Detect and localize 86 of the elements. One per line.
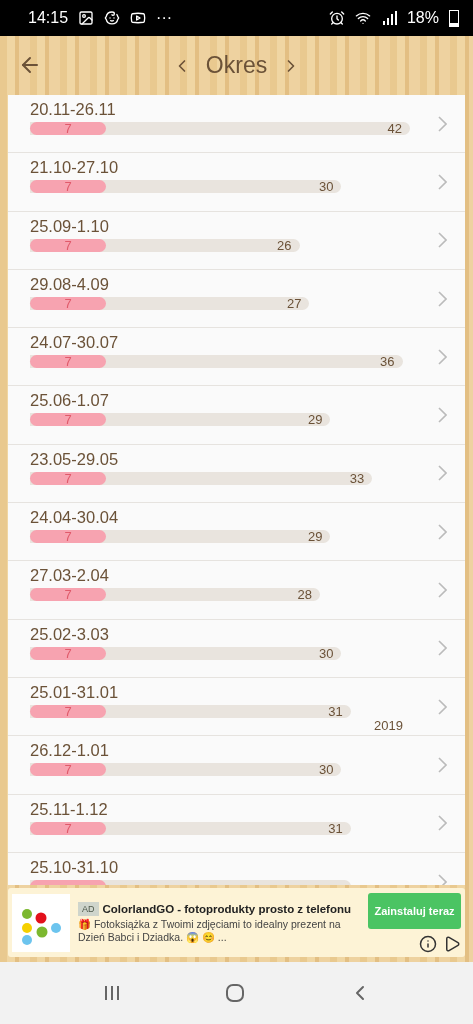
ad-banner[interactable]: AD ColorlandGO - fotoprodukty prosto z telefonu 🎁 Fotoksiążka z Twoimi zdjęciami to idealny prezent na Dzień Babci i Dziadka. 😱 😊 ... Zainstaluj teraz: [8, 888, 465, 957]
period-row[interactable]: 25.06-1.07 7 29: [8, 386, 465, 445]
bar-value: 28: [297, 588, 314, 602]
bar-value: 30: [319, 646, 335, 660]
page-title: Okres: [205, 52, 268, 79]
chevron-icon: [438, 232, 447, 249]
chevron-icon: [438, 815, 447, 832]
highlight-value: 7: [64, 588, 72, 602]
bar-value: 30: [319, 763, 335, 777]
period-range: 20.11-26.11: [30, 100, 116, 118]
period-row[interactable]: 25.02-3.03 7 30: [8, 619, 465, 678]
play-icon[interactable]: [443, 934, 461, 953]
wifi-icon: [354, 10, 371, 26]
bar-value: 36: [380, 355, 396, 369]
period-range: 21.10-27.10: [30, 158, 119, 177]
period-range: 25.11-1.12: [30, 799, 108, 818]
highlight-value: 7: [64, 763, 72, 777]
bar-value: 29: [307, 413, 324, 427]
home-icon[interactable]: [224, 982, 247, 1004]
period-range: 29.08-4.09: [30, 274, 109, 293]
more-notifications: ···: [156, 9, 173, 27]
chevron-icon: [438, 465, 447, 482]
bar-value: 31: [328, 704, 344, 718]
chevron-icon: [438, 173, 447, 190]
chevron-icon: [438, 698, 447, 715]
ad-title: ColorlandGO - fotoprodukty prosto z telefonu: [102, 902, 352, 915]
period-range: 25.10-31.10: [30, 857, 119, 876]
status-time: 14:15: [28, 9, 69, 27]
chevron-icon: [438, 640, 447, 657]
period-range: 25.06-1.07: [30, 391, 109, 410]
chevron-icon: [438, 348, 447, 365]
gallery-icon: [78, 10, 95, 26]
period-range: 25.02-3.03: [30, 624, 109, 643]
highlight-value: 7: [64, 238, 72, 252]
chevron-icon: [438, 407, 447, 424]
year-label: 2019: [374, 718, 403, 734]
chevron-icon: [438, 523, 447, 540]
chevron-icon: [438, 290, 447, 307]
signal-icon: [380, 11, 397, 25]
highlight-value: 7: [64, 413, 72, 427]
chevron-icon: [438, 756, 447, 773]
alarm-icon: [328, 10, 345, 26]
period-row[interactable]: 25.11-1.12 7 31: [8, 794, 465, 853]
bar-value: 42: [387, 122, 403, 135]
ad-logo: [12, 893, 70, 952]
highlight-value: 7: [64, 122, 72, 135]
chevron-icon: [438, 115, 447, 132]
highlight-value: 7: [64, 704, 72, 718]
chevron-icon: [438, 582, 447, 598]
period-range: 27.03-2.04: [30, 566, 109, 585]
period-row[interactable]: 29.08-4.09 7 27: [8, 269, 465, 329]
highlight-value: 7: [64, 355, 72, 369]
highlight-value: 7: [64, 180, 72, 194]
bar-value: 26: [277, 238, 293, 252]
period-row[interactable]: 23.05-29.05 7 33: [8, 444, 465, 504]
period-range: 26.12-1.01: [30, 741, 109, 760]
period-row[interactable]: 26.12-1.01 7 30: [8, 736, 465, 795]
period-range: 25.01-31.01: [30, 682, 119, 701]
period-range: 23.05-29.05: [30, 449, 119, 468]
bar-value: 30: [319, 180, 335, 194]
chevron-icon: [438, 873, 447, 885]
battery-percent: 18%: [406, 9, 439, 27]
period-row[interactable]: 25.09-1.10 7 26: [8, 211, 465, 270]
bar-value: 33: [349, 471, 366, 485]
period-row[interactable]: 27.03-2.04 7 28: [8, 561, 465, 620]
ad-badge: AD: [78, 901, 99, 916]
period-range: 25.09-1.10: [30, 216, 109, 235]
period-range: 24.07-30.07: [30, 333, 119, 352]
info-icon[interactable]: [419, 934, 437, 953]
period-row[interactable]: 21.10-27.10 7 30: [8, 153, 465, 212]
highlight-value: 7: [64, 530, 72, 544]
highlight-value: 7: [64, 296, 72, 310]
period-row[interactable]: 24.04-30.04 7 29: [8, 503, 465, 562]
ad-text: 🎁 Fotoksiążka z Twoimi zdjęciami to idealny prezent na Dzień Babci i Dziadka. 😱 😊 ...: [78, 917, 342, 944]
bar-value: 31: [328, 821, 344, 835]
period-row[interactable]: 24.07-30.07 7 36: [8, 328, 465, 387]
bar-value: 27: [286, 296, 303, 310]
period-range: 24.04-30.04: [30, 508, 119, 527]
video-icon: [130, 10, 147, 26]
battery-icon: [449, 9, 459, 27]
highlight-value: 7: [64, 471, 72, 485]
period-row[interactable]: 20.11-26.11 7 42: [8, 95, 465, 154]
highlight-value: 7: [64, 646, 72, 660]
period-row[interactable]: 25.01-31.01 7 31 2019: [8, 677, 465, 737]
highlight-value: 7: [64, 821, 72, 835]
bar-value: 29: [307, 530, 324, 544]
